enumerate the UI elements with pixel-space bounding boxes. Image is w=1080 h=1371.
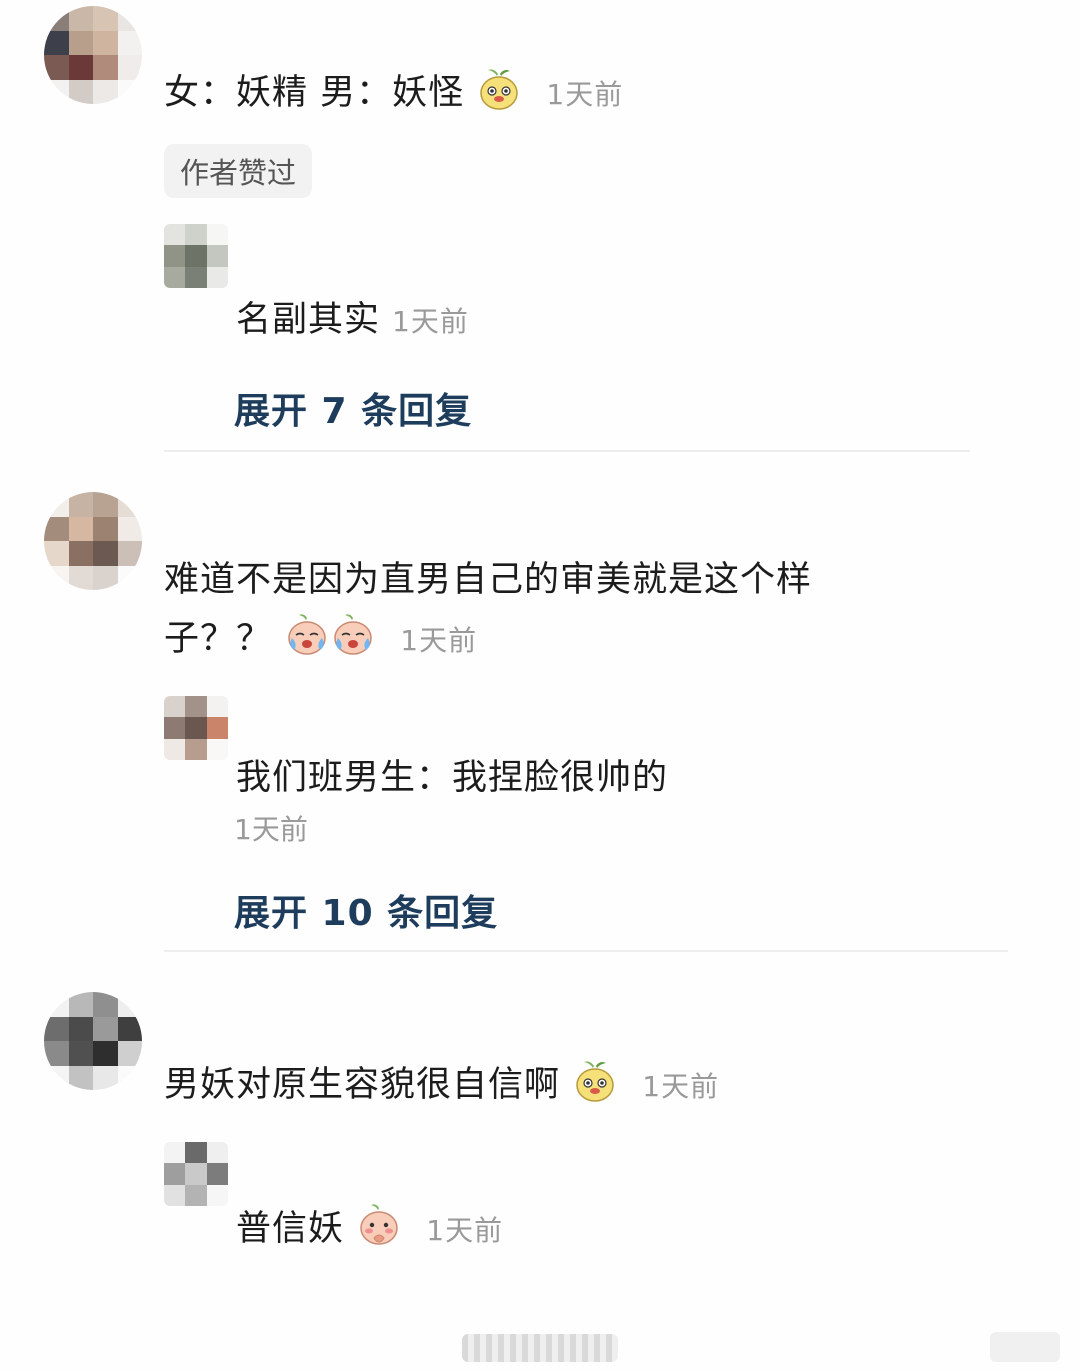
comment-time: 1天前	[400, 624, 478, 657]
author-liked-badge: 作者赞过	[164, 144, 313, 198]
expand-replies-button[interactable]: 展开 10 条回复	[234, 884, 498, 936]
reply-time: 1天前	[392, 305, 469, 338]
reply-time: 1天前	[234, 813, 308, 846]
crying-face-icon	[284, 612, 330, 658]
expand-replies-button[interactable]: 展开 7 条回复	[234, 382, 472, 434]
avatar[interactable]	[44, 492, 142, 590]
pear-smile-icon	[572, 1058, 618, 1104]
corner-watermark	[990, 1332, 1060, 1362]
reply-text: 我们班男生：我捏脸很帅的	[236, 758, 669, 798]
reply-time: 1天前	[426, 1214, 504, 1247]
shy-face-icon	[356, 1202, 402, 1248]
crying-face-icon	[330, 612, 376, 658]
avatar[interactable]	[44, 6, 142, 104]
divider	[164, 450, 970, 452]
divider	[164, 950, 1008, 952]
avatar[interactable]	[164, 696, 228, 760]
reply-text: 名副其实 1天前	[236, 300, 469, 340]
comment-time: 1天前	[642, 1070, 720, 1103]
pear-smile-icon	[476, 66, 522, 112]
reply-text: 普信妖 1天前	[236, 1202, 503, 1255]
comment-text: 难道不是因为直男自己的审美就是这个样 子？？ 1天前	[164, 560, 813, 659]
avatar[interactable]	[164, 224, 228, 288]
comment-time: 1天前	[546, 78, 624, 111]
avatar[interactable]	[44, 992, 142, 1090]
avatar[interactable]	[164, 1142, 228, 1206]
comment-text: 女：妖精 男：妖怪 1天前	[164, 66, 623, 119]
comment-text: 男妖对原生容貌很自信啊 1天前	[164, 1058, 719, 1111]
watermark	[462, 1334, 618, 1362]
